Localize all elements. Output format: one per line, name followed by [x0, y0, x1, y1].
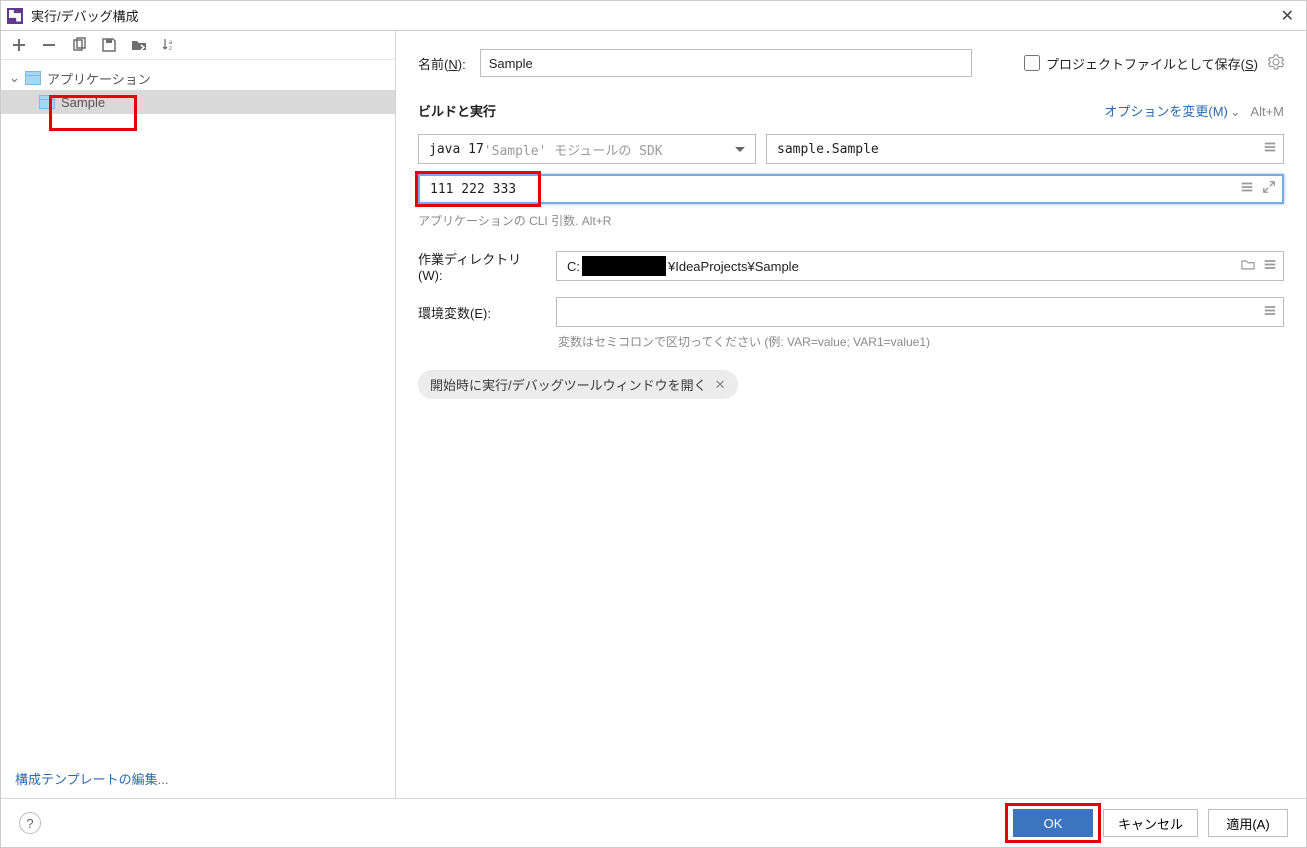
name-label: 名前(N):: [418, 54, 466, 73]
args-hint: アプリケーションの CLI 引数. Alt+R: [418, 212, 1284, 229]
folder-icon[interactable]: [1241, 258, 1255, 275]
tree-item-sample[interactable]: Sample: [1, 90, 395, 114]
sidebar: az ⌄ アプリケーション Sample 構成テンプレートの編集...: [1, 31, 396, 798]
application-icon: [39, 95, 55, 109]
workdir-input[interactable]: C:¥IdeaProjects¥Sample: [556, 251, 1284, 281]
program-args-input[interactable]: 111 222 333: [418, 174, 1284, 204]
remove-icon[interactable]: [41, 37, 57, 53]
tree-item-application[interactable]: ⌄ アプリケーション: [1, 66, 395, 90]
gear-icon[interactable]: [1268, 54, 1284, 73]
list-icon[interactable]: [1263, 258, 1277, 275]
tree-label-application: アプリケーション: [47, 69, 151, 88]
cancel-button[interactable]: キャンセル: [1103, 809, 1198, 837]
footer: ? OK キャンセル 適用(A): [1, 798, 1306, 847]
help-icon[interactable]: ?: [19, 812, 41, 834]
tree-label-sample: Sample: [61, 95, 105, 110]
window-title: 実行/デバッグ構成: [31, 6, 1275, 25]
build-run-title: ビルドと実行 オプションを変更(M)⌄ Alt+M: [418, 101, 1284, 120]
folder-move-icon[interactable]: [131, 37, 147, 53]
name-input[interactable]: [480, 49, 972, 77]
edit-templates-link[interactable]: 構成テンプレートの編集...: [1, 759, 395, 798]
sidebar-toolbar: az: [1, 31, 395, 60]
sort-icon[interactable]: az: [161, 37, 177, 53]
close-icon[interactable]: ✕: [1275, 6, 1300, 26]
env-label: 環境変数(E):: [418, 303, 542, 322]
close-icon[interactable]: ✕: [715, 377, 726, 393]
chevron-down-icon: ⌄: [1230, 104, 1241, 120]
list-icon[interactable]: [1263, 304, 1277, 321]
copy-icon[interactable]: [71, 37, 87, 53]
redacted-block: [582, 256, 666, 276]
titlebar: 実行/デバッグ構成 ✕: [1, 1, 1306, 31]
add-icon[interactable]: [11, 37, 27, 53]
jdk-select[interactable]: java 17 'Sample' モジュールの SDK: [418, 134, 756, 164]
chevron-down-icon[interactable]: ⌄: [9, 70, 21, 86]
save-as-project-label: プロジェクトファイルとして保存(S): [1046, 54, 1258, 73]
config-tree: ⌄ アプリケーション Sample: [1, 60, 395, 759]
save-icon[interactable]: [101, 37, 117, 53]
main-panel: 名前(N): プロジェクトファイルとして保存(S) ビルドと実行 オプションを変…: [396, 31, 1306, 798]
expand-icon[interactable]: [1262, 180, 1276, 198]
ok-button[interactable]: OK: [1013, 809, 1093, 837]
apply-button[interactable]: 適用(A): [1208, 809, 1288, 837]
list-icon[interactable]: [1263, 140, 1277, 158]
list-icon[interactable]: [1240, 180, 1254, 198]
main-class-field[interactable]: sample.Sample: [766, 134, 1284, 164]
env-hint: 変数はセミコロンで区切ってください (例: VAR=value; VAR1=va…: [558, 333, 1284, 350]
svg-text:z: z: [169, 46, 172, 52]
app-icon: [7, 8, 23, 24]
modify-options-link[interactable]: オプションを変更(M)⌄ Alt+M: [1104, 101, 1284, 120]
open-tool-window-chip[interactable]: 開始時に実行/デバッグツールウィンドウを開く ✕: [418, 370, 738, 399]
env-input[interactable]: [556, 297, 1284, 327]
save-as-project-checkbox[interactable]: [1024, 55, 1040, 71]
workdir-label: 作業ディレクトリ(W):: [418, 249, 542, 283]
application-icon: [25, 71, 41, 85]
